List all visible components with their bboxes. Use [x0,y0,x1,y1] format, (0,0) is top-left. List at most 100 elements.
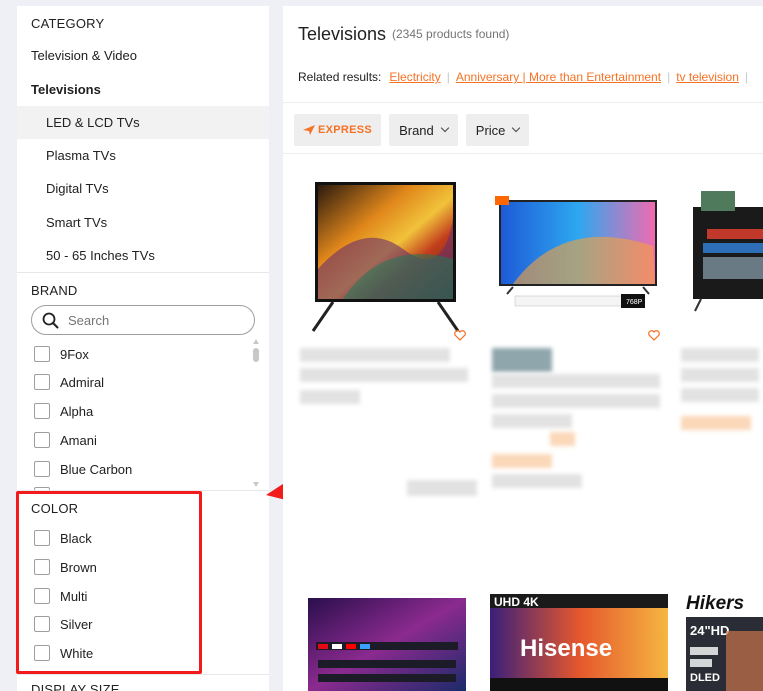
checkbox[interactable] [34,346,50,362]
product-title-blurred [492,348,552,372]
scroll-down-arrow-icon[interactable] [253,482,259,487]
brand-list: 9Fox Admiral Alpha Amani Blue Carbon [17,340,269,490]
brand-option-label: Alpha [60,403,94,419]
page-title: Televisions [298,24,387,44]
filter-bar: EXPRESS Brand Price [294,114,530,146]
product-title-blurred [300,368,468,382]
product-image [311,182,460,332]
express-logo-icon [303,125,315,135]
product-rating-blurred [492,474,582,488]
divider [17,490,269,491]
color-option-label: Black [60,530,92,546]
checkbox[interactable] [34,403,50,419]
divider [17,272,269,273]
category-item-led-lcd-tvs[interactable]: LED & LCD TVs [17,106,269,139]
product-title-blurred [300,348,450,362]
related-link-anniversary[interactable]: Anniversary | More than Entertainment [456,70,661,84]
brand-search-input[interactable] [68,312,238,328]
brand-option-alpha[interactable]: Alpha [34,401,93,421]
category-item-50-65-inches-tvs[interactable]: 50 - 65 Inches TVs [17,239,269,272]
color-option-label: White [60,645,94,661]
search-icon [42,312,59,328]
brand-filter-dropdown[interactable]: Brand [389,114,458,146]
brand-option-amani[interactable]: Amani [34,430,97,450]
product-tag-dled: DLED [690,672,720,684]
product-title-blurred [681,388,759,402]
color-option-multi[interactable]: Multi [34,586,87,606]
product-badge-uhd-4k: UHD 4K [494,595,539,609]
express-filter-button[interactable]: EXPRESS [294,114,382,146]
brand-option-admiral[interactable]: Admiral [34,372,104,392]
heart-icon[interactable] [648,330,660,341]
display-size-title: DISPLAY SIZE [31,682,120,691]
brand-search-box[interactable] [31,305,255,335]
color-option-label: Multi [60,588,88,604]
product-image: Hikers 24"HD DLED [686,593,763,691]
product-card[interactable]: 768P [490,176,665,496]
brand-option-label: 9Fox [60,346,89,362]
category-item-televisions[interactable]: Televisions [17,73,269,106]
color-option-label: Brown [60,559,97,575]
product-title-blurred [492,394,660,408]
related-results: Related results: Electricity | Anniversa… [298,70,754,84]
category-item-smart-tvs[interactable]: Smart TVs [17,206,269,239]
related-link-electricity[interactable]: Electricity [389,70,440,84]
product-price-blurred [681,416,751,430]
brand-list-scrollbar[interactable] [253,348,259,362]
checkbox[interactable] [34,645,50,661]
product-card[interactable]: UHD 4K Hisense [490,594,668,691]
related-label: Related results: [298,70,382,84]
product-card[interactable] [308,596,468,691]
category-title: CATEGORY [31,16,105,31]
product-price-blurred [492,454,552,468]
chevron-down-icon [512,123,521,133]
price-filter-label: Price [475,122,506,138]
product-size-label: 24"HD [690,623,729,638]
price-filter-dropdown[interactable]: Price [465,114,530,146]
express-filter-label: EXPRESS [318,124,373,136]
scroll-up-arrow-icon[interactable] [253,339,259,344]
category-item-plasma-tvs[interactable]: Plasma TVs [17,139,269,172]
color-option-black[interactable]: Black [34,528,92,548]
product-price-blurred [407,480,477,496]
divider [283,102,763,103]
product-discount-blurred [550,432,575,446]
product-tag-768p: 768P [626,299,643,306]
category-item-digital-tvs[interactable]: Digital TVs [17,172,269,205]
product-card[interactable]: Hikers 24"HD DLED [686,591,763,691]
product-price-blurred [300,390,360,404]
separator: | [667,70,671,84]
related-link-tv-television[interactable]: tv television [676,70,739,84]
product-image [693,191,763,312]
divider [283,153,763,154]
product-card[interactable] [679,176,763,456]
checkbox[interactable] [34,530,50,546]
color-option-silver[interactable]: Silver [34,614,93,634]
separator: | [446,70,450,84]
brand-option-label: Admiral [60,374,105,390]
product-brand-hikers: Hikers [686,593,744,614]
brand-filter-label: Brand [399,122,434,138]
checkbox[interactable] [34,616,50,632]
checkbox[interactable] [34,461,50,477]
checkbox[interactable] [34,588,50,604]
color-option-white[interactable]: White [34,643,93,663]
checkbox[interactable] [34,432,50,448]
product-image: 768P [495,196,657,308]
heart-icon[interactable] [454,330,466,341]
filter-sidebar: CATEGORY Television & Video Televisions … [17,6,269,691]
brand-option-9fox[interactable]: 9Fox [34,344,89,364]
product-card[interactable] [298,176,473,486]
category-item-television-video[interactable]: Television & Video [17,39,269,72]
product-listing: Televisions (2345 products found) Relate… [283,6,763,691]
color-option-brown[interactable]: Brown [34,557,97,577]
checkbox[interactable] [34,374,50,390]
product-title-blurred [681,368,759,382]
brand-option-blue-carbon[interactable]: Blue Carbon [34,459,132,479]
product-count: (2345 products found) [392,27,510,41]
product-image [308,598,466,691]
color-title: COLOR [31,501,79,516]
product-brand-hisense: Hisense [520,635,612,662]
checkbox[interactable] [34,559,50,575]
product-image: UHD 4K Hisense [490,594,668,691]
